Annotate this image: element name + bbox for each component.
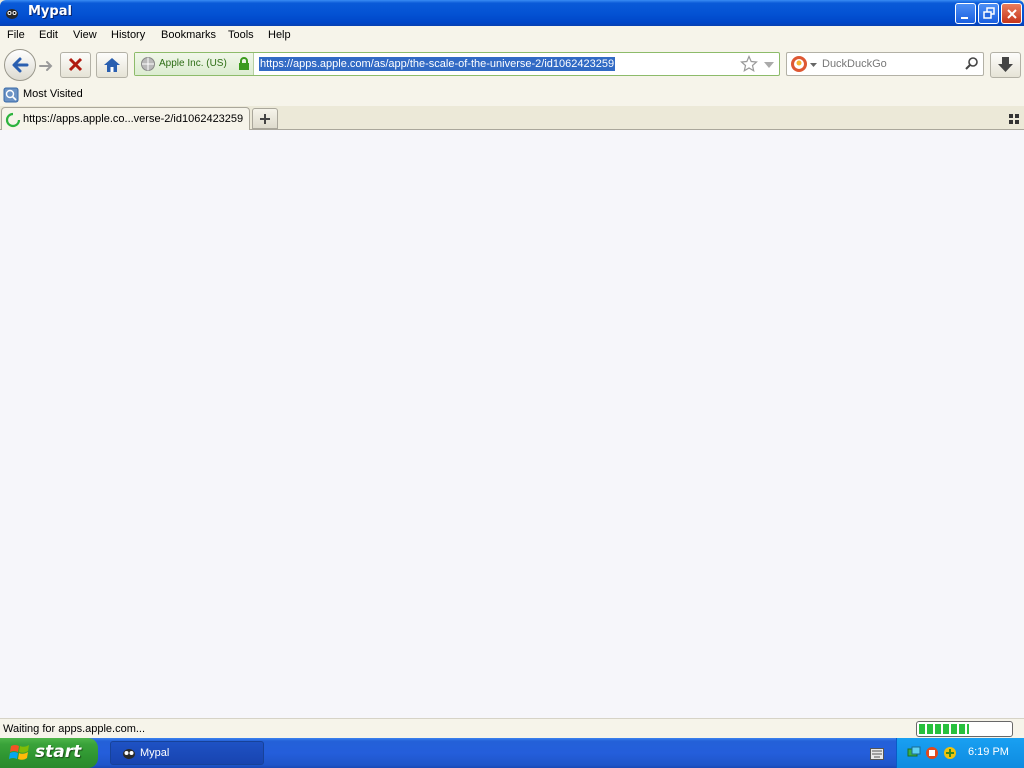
menu-help[interactable]: Help xyxy=(268,29,291,41)
search-icon[interactable] xyxy=(964,56,980,72)
site-identity-button[interactable]: Apple Inc. (US) xyxy=(135,53,254,75)
forward-button[interactable] xyxy=(36,56,56,76)
tab-apps-apple[interactable]: https://apps.apple.co...verse-2/id106242… xyxy=(1,107,250,131)
most-visited-label: Most Visited xyxy=(23,88,83,100)
url-bar[interactable]: Apple Inc. (US) https://apps.apple.com/a… xyxy=(134,52,780,76)
downloads-button[interactable] xyxy=(990,52,1021,78)
plus-icon xyxy=(260,114,270,124)
loading-spinner-icon xyxy=(5,112,21,128)
window-title: Mypal xyxy=(28,4,72,19)
bookmarks-toolbar: Most Visited xyxy=(0,84,1024,106)
security-shield-icon[interactable] xyxy=(925,746,939,760)
duckduckgo-icon[interactable] xyxy=(790,55,808,73)
menu-bookmarks[interactable]: Bookmarks xyxy=(161,29,216,41)
start-label: start xyxy=(35,742,82,762)
menu-file[interactable]: File xyxy=(7,29,25,41)
most-visited-icon xyxy=(3,87,19,103)
title-bar[interactable]: Mypal xyxy=(0,0,1024,26)
arrow-left-icon xyxy=(12,57,29,73)
stop-button[interactable] xyxy=(60,52,91,78)
navigation-toolbar: Apple Inc. (US) https://apps.apple.com/a… xyxy=(0,46,1024,84)
mypal-taskbar-icon xyxy=(123,749,135,759)
back-button[interactable] xyxy=(4,49,36,81)
dropdown-arrow-icon[interactable] xyxy=(763,59,775,71)
search-bar[interactable]: DuckDuckGo xyxy=(786,52,984,76)
download-arrow-icon xyxy=(998,57,1013,72)
new-tab-button[interactable] xyxy=(252,108,278,129)
windows-logo-icon xyxy=(9,745,29,760)
keyboard-icon[interactable] xyxy=(870,748,884,760)
minimize-button[interactable] xyxy=(955,3,976,24)
menu-tools[interactable]: Tools xyxy=(228,29,254,41)
start-button[interactable]: start xyxy=(0,738,98,768)
page-content[interactable] xyxy=(0,130,1024,718)
minimize-icon xyxy=(961,17,968,19)
restore-icon xyxy=(983,7,995,19)
status-bar: Waiting for apps.apple.com... xyxy=(0,718,1024,738)
bookmark-star-icon[interactable] xyxy=(740,55,758,73)
home-icon xyxy=(104,58,120,72)
close-icon xyxy=(1007,9,1017,19)
status-text: Waiting for apps.apple.com... xyxy=(3,723,146,735)
update-icon[interactable] xyxy=(943,746,957,760)
taskbar: start Mypal 6:19 PM xyxy=(0,738,1024,768)
globe-icon xyxy=(141,57,155,71)
identity-label: Apple Inc. (US) xyxy=(159,58,227,69)
tab-strip: https://apps.apple.co...verse-2/id106242… xyxy=(0,106,1024,131)
system-tray: 6:19 PM xyxy=(896,738,1024,768)
home-button[interactable] xyxy=(96,52,128,78)
menu-history[interactable]: History xyxy=(111,29,145,41)
most-visited-folder[interactable]: Most Visited xyxy=(3,86,93,104)
url-text[interactable]: https://apps.apple.com/as/app/the-scale-… xyxy=(259,57,616,71)
network-icon[interactable] xyxy=(907,746,921,760)
search-placeholder: DuckDuckGo xyxy=(822,58,887,70)
taskbar-item-mypal[interactable]: Mypal xyxy=(110,741,264,765)
arrow-right-icon xyxy=(39,61,53,71)
menu-bar: File Edit View History Bookmarks Tools H… xyxy=(0,26,1024,46)
mypal-app-icon xyxy=(6,9,18,19)
lock-icon xyxy=(239,57,249,70)
stop-x-icon xyxy=(68,57,83,72)
progress-fill xyxy=(919,724,970,734)
clock: 6:19 PM xyxy=(968,746,1009,758)
taskbar-item-label: Mypal xyxy=(140,747,170,759)
engine-dropdown-icon[interactable] xyxy=(810,61,818,69)
tab-list-icon[interactable] xyxy=(1008,113,1020,125)
restore-button[interactable] xyxy=(978,3,999,24)
loading-progress-bar xyxy=(916,721,1013,737)
close-window-button[interactable] xyxy=(1001,3,1022,24)
tab-label: https://apps.apple.co...verse-2/id106242… xyxy=(23,113,244,125)
menu-view[interactable]: View xyxy=(73,29,97,41)
menu-edit[interactable]: Edit xyxy=(39,29,58,41)
